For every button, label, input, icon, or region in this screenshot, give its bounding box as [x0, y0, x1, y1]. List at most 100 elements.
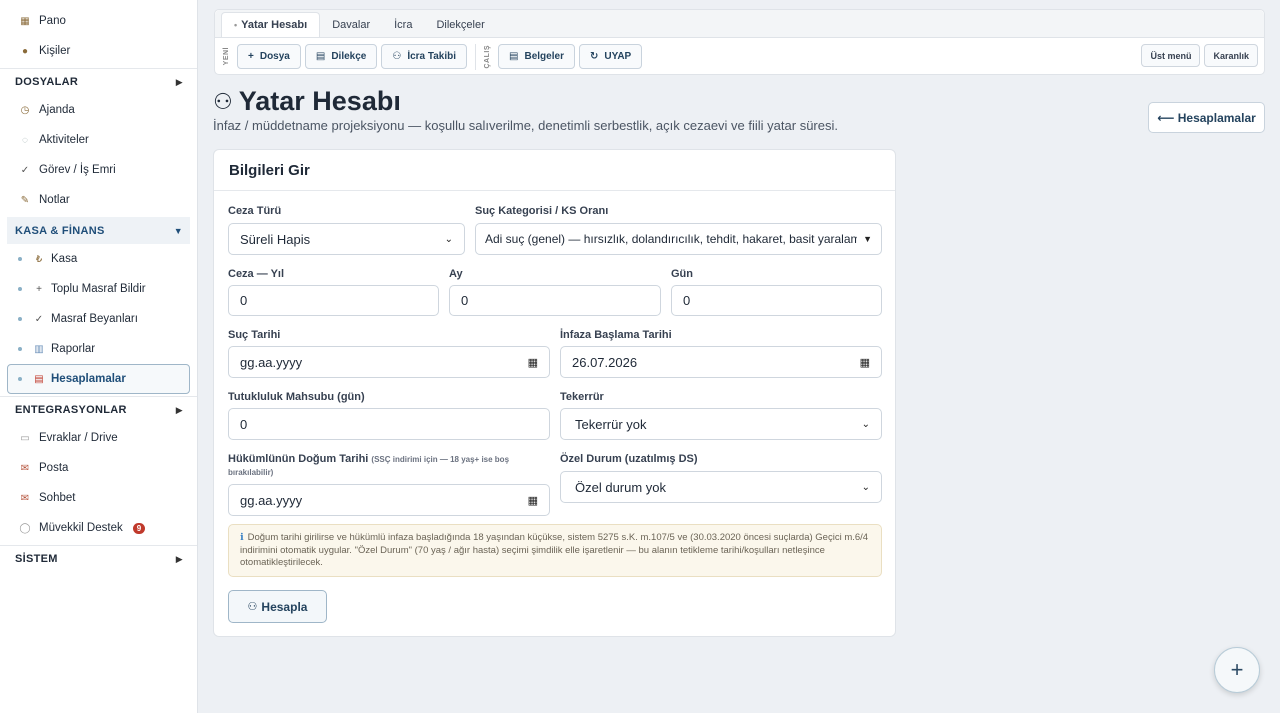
tutukluluk-label: Tutukluluk Mahsubu (gün) — [228, 391, 365, 403]
toolbar-actions: YENİ + Dosya ▤ Dilekçe ⚇ İcra Takibi ÇALIŞ … — [215, 38, 1264, 75]
sidebar-item-posta[interactable]: ✉ Posta — [0, 453, 197, 483]
dashboard-icon: ▦ — [20, 15, 30, 27]
calendar-icon[interactable]: ▦ — [528, 494, 538, 507]
top-menu-button[interactable]: Üst menü — [1141, 44, 1201, 67]
tab-icra[interactable]: İcra — [382, 13, 424, 37]
tab-bar: Yatar Hesabı Davalar İcra Dilekçeler — [215, 10, 1264, 38]
lira-icon: ₺ — [35, 253, 43, 265]
document-icon: ▤ — [509, 51, 519, 62]
chevron-right-icon: ▶ — [175, 76, 183, 87]
ceza-yil-label: Ceza — Yıl — [228, 268, 285, 280]
document-icon: ▤ — [315, 51, 326, 62]
sidebar-item-aktiviteler[interactable]: ◌ Aktiviteler — [0, 125, 197, 155]
sidebar-item-kasa[interactable]: ₺ Kasa — [0, 244, 197, 274]
folder-icon: ▭ — [20, 432, 30, 444]
chevron-down-icon: ⌄ — [444, 233, 453, 245]
ozel-durum-select[interactable]: Özel durum yok ⌄ — [560, 471, 882, 503]
sidebar-item-hesaplamalar[interactable]: ▤ Hesaplamalar — [7, 364, 190, 394]
suc-kategorisi-select[interactable]: Adi suç (genel) — hırsızlık, dolandırıcı… — [475, 223, 882, 255]
sidebar-item-evraklar[interactable]: ▭ Evraklar / Drive — [0, 423, 197, 453]
suc-tarihi-date-input[interactable]: gg.aa.yyyy ▦ — [228, 346, 550, 378]
tekerrur-label: Tekerrür — [560, 391, 604, 403]
calculate-button[interactable]: ⚇ Hesapla — [228, 590, 327, 623]
mail-icon: ✉ — [20, 462, 30, 474]
refresh-icon: ↻ — [589, 51, 599, 62]
sidebar-item-toplu-masraf[interactable]: + Toplu Masraf Bildir — [0, 274, 197, 304]
plus-icon: + — [248, 51, 254, 62]
notification-badge: 9 — [132, 522, 146, 534]
tab-dilekceler[interactable]: Dilekçeler — [424, 13, 496, 37]
infaz-baslama-date-input[interactable]: 26.07.2026 ▦ — [560, 346, 882, 378]
dogum-tarihi-label: Hükümlünün Doğum Tarihi (SSÇ indirimi iç… — [228, 453, 510, 477]
gun-input[interactable]: 0 — [671, 285, 882, 316]
section-dosyalar[interactable]: DOSYALAR ▶ — [0, 68, 197, 95]
section-entegrasyonlar[interactable]: ENTEGRASYONLAR ▶ — [0, 396, 197, 423]
clock-icon: ◷ — [20, 104, 30, 116]
dark-mode-button[interactable]: Karanlık — [1204, 44, 1258, 67]
back-to-calculations-button[interactable]: ⟵ Hesaplamalar — [1148, 102, 1265, 133]
ay-input[interactable]: 0 — [449, 285, 661, 316]
section-sistem[interactable]: SİSTEM ▶ — [0, 545, 197, 572]
ceza-turu-label: Ceza Türü — [228, 205, 282, 217]
check-icon: ✓ — [34, 313, 44, 325]
sidebar-item-kisiler[interactable]: ● Kişiler — [0, 36, 197, 66]
infaz-baslama-label: İnfaza Başlama Tarihi — [560, 329, 672, 341]
chart-icon: ▥ — [34, 343, 44, 355]
ceza-turu-select[interactable]: Süreli Hapis ⌄ — [228, 223, 465, 255]
tekerrur-select[interactable]: Tekerrür yok ⌄ — [560, 408, 882, 440]
new-file-button[interactable]: + Dosya — [237, 44, 301, 69]
new-group-label: YENİ — [223, 47, 230, 66]
chevron-down-icon: ⌄ — [861, 481, 870, 493]
toolbar: Yatar Hesabı Davalar İcra Dilekçeler YEN… — [214, 9, 1265, 75]
section-kasa-finans[interactable]: KASA & FİNANS ▼ — [7, 217, 190, 244]
input-form-card: Bilgileri Gir Ceza Türü Süreli Hapis ⌄ Su… — [213, 149, 896, 637]
info-note: ℹ Doğum tarihi girilirse ve hükümlü infaz… — [228, 524, 882, 577]
chevron-down-icon: ▼ — [173, 225, 183, 236]
chevron-down-icon: ▼ — [863, 234, 872, 244]
sidebar-item-pano[interactable]: ▦ Pano — [0, 6, 197, 36]
new-enforcement-button[interactable]: ⚇ İcra Takibi — [381, 44, 468, 69]
chevron-right-icon: ▶ — [175, 404, 183, 415]
sidebar-item-sohbet[interactable]: ✉ Sohbet — [0, 483, 197, 513]
suc-kategorisi-label: Suç Kategorisi / KS Oranı — [475, 205, 609, 217]
calendar-icon[interactable]: ▦ — [860, 356, 870, 369]
suc-tarihi-label: Suç Tarihi — [228, 329, 281, 341]
sidebar-item-gorev[interactable]: ✓ Görev / İş Emri — [0, 155, 197, 185]
work-group-label: ÇALIŞ — [484, 44, 492, 69]
page-title: ⚇ Yatar Hesabı — [213, 86, 401, 116]
dogum-tarihi-date-input[interactable]: gg.aa.yyyy ▦ — [228, 484, 550, 516]
uyap-button[interactable]: ↻ UYAP — [578, 44, 643, 69]
binoculars-icon: ⚇ — [247, 601, 258, 613]
calculator-icon: ▤ — [34, 373, 44, 385]
add-floating-button[interactable]: + — [1214, 647, 1260, 693]
tutukluluk-input[interactable]: 0 — [228, 408, 550, 440]
activity-icon: ◌ — [22, 134, 28, 146]
sidebar-item-raporlar[interactable]: ▥ Raporlar — [0, 334, 197, 364]
people-icon: ● — [21, 45, 29, 57]
binoculars-icon: ⚇ — [392, 51, 402, 62]
tab-davalar[interactable]: Davalar — [320, 13, 382, 37]
gun-label: Gün — [671, 268, 693, 280]
sidebar-item-masraf-beyanlari[interactable]: ✓ Masraf Beyanları — [0, 304, 197, 334]
chevron-right-icon: ▶ — [175, 553, 183, 564]
ceza-yil-input[interactable]: 0 — [228, 285, 439, 316]
card-title: Bilgileri Gir — [214, 150, 895, 191]
plus-icon: + — [1230, 657, 1244, 682]
binoculars-icon: ⚇ — [213, 88, 233, 114]
tab-yatar-hesabi[interactable]: Yatar Hesabı — [221, 12, 321, 37]
plus-icon: + — [36, 283, 42, 295]
sidebar: ▦ Pano ● Kişiler DOSYALAR ▶ ◷ Ajanda ◌ Aktivi… — [0, 0, 198, 713]
check-icon: ✓ — [20, 164, 30, 176]
chevron-down-icon: ⌄ — [861, 418, 870, 430]
sidebar-item-notlar[interactable]: ✎ Notlar — [0, 185, 197, 215]
sidebar-item-ajanda[interactable]: ◷ Ajanda — [0, 95, 197, 125]
new-petition-button[interactable]: ▤ Dilekçe — [304, 44, 378, 69]
mail-icon: ✉ — [20, 492, 30, 504]
chat-icon: ◯ — [19, 522, 31, 534]
sidebar-item-muvekkil-destek[interactable]: ◯ Müvekkil Destek 9 — [0, 513, 197, 543]
documents-button[interactable]: ▤ Belgeler — [498, 44, 575, 69]
pencil-icon: ✎ — [20, 194, 30, 206]
info-icon: ℹ — [240, 532, 244, 543]
calendar-icon[interactable]: ▦ — [528, 356, 538, 369]
ozel-durum-label: Özel Durum (uzatılmış DS) — [560, 453, 698, 465]
